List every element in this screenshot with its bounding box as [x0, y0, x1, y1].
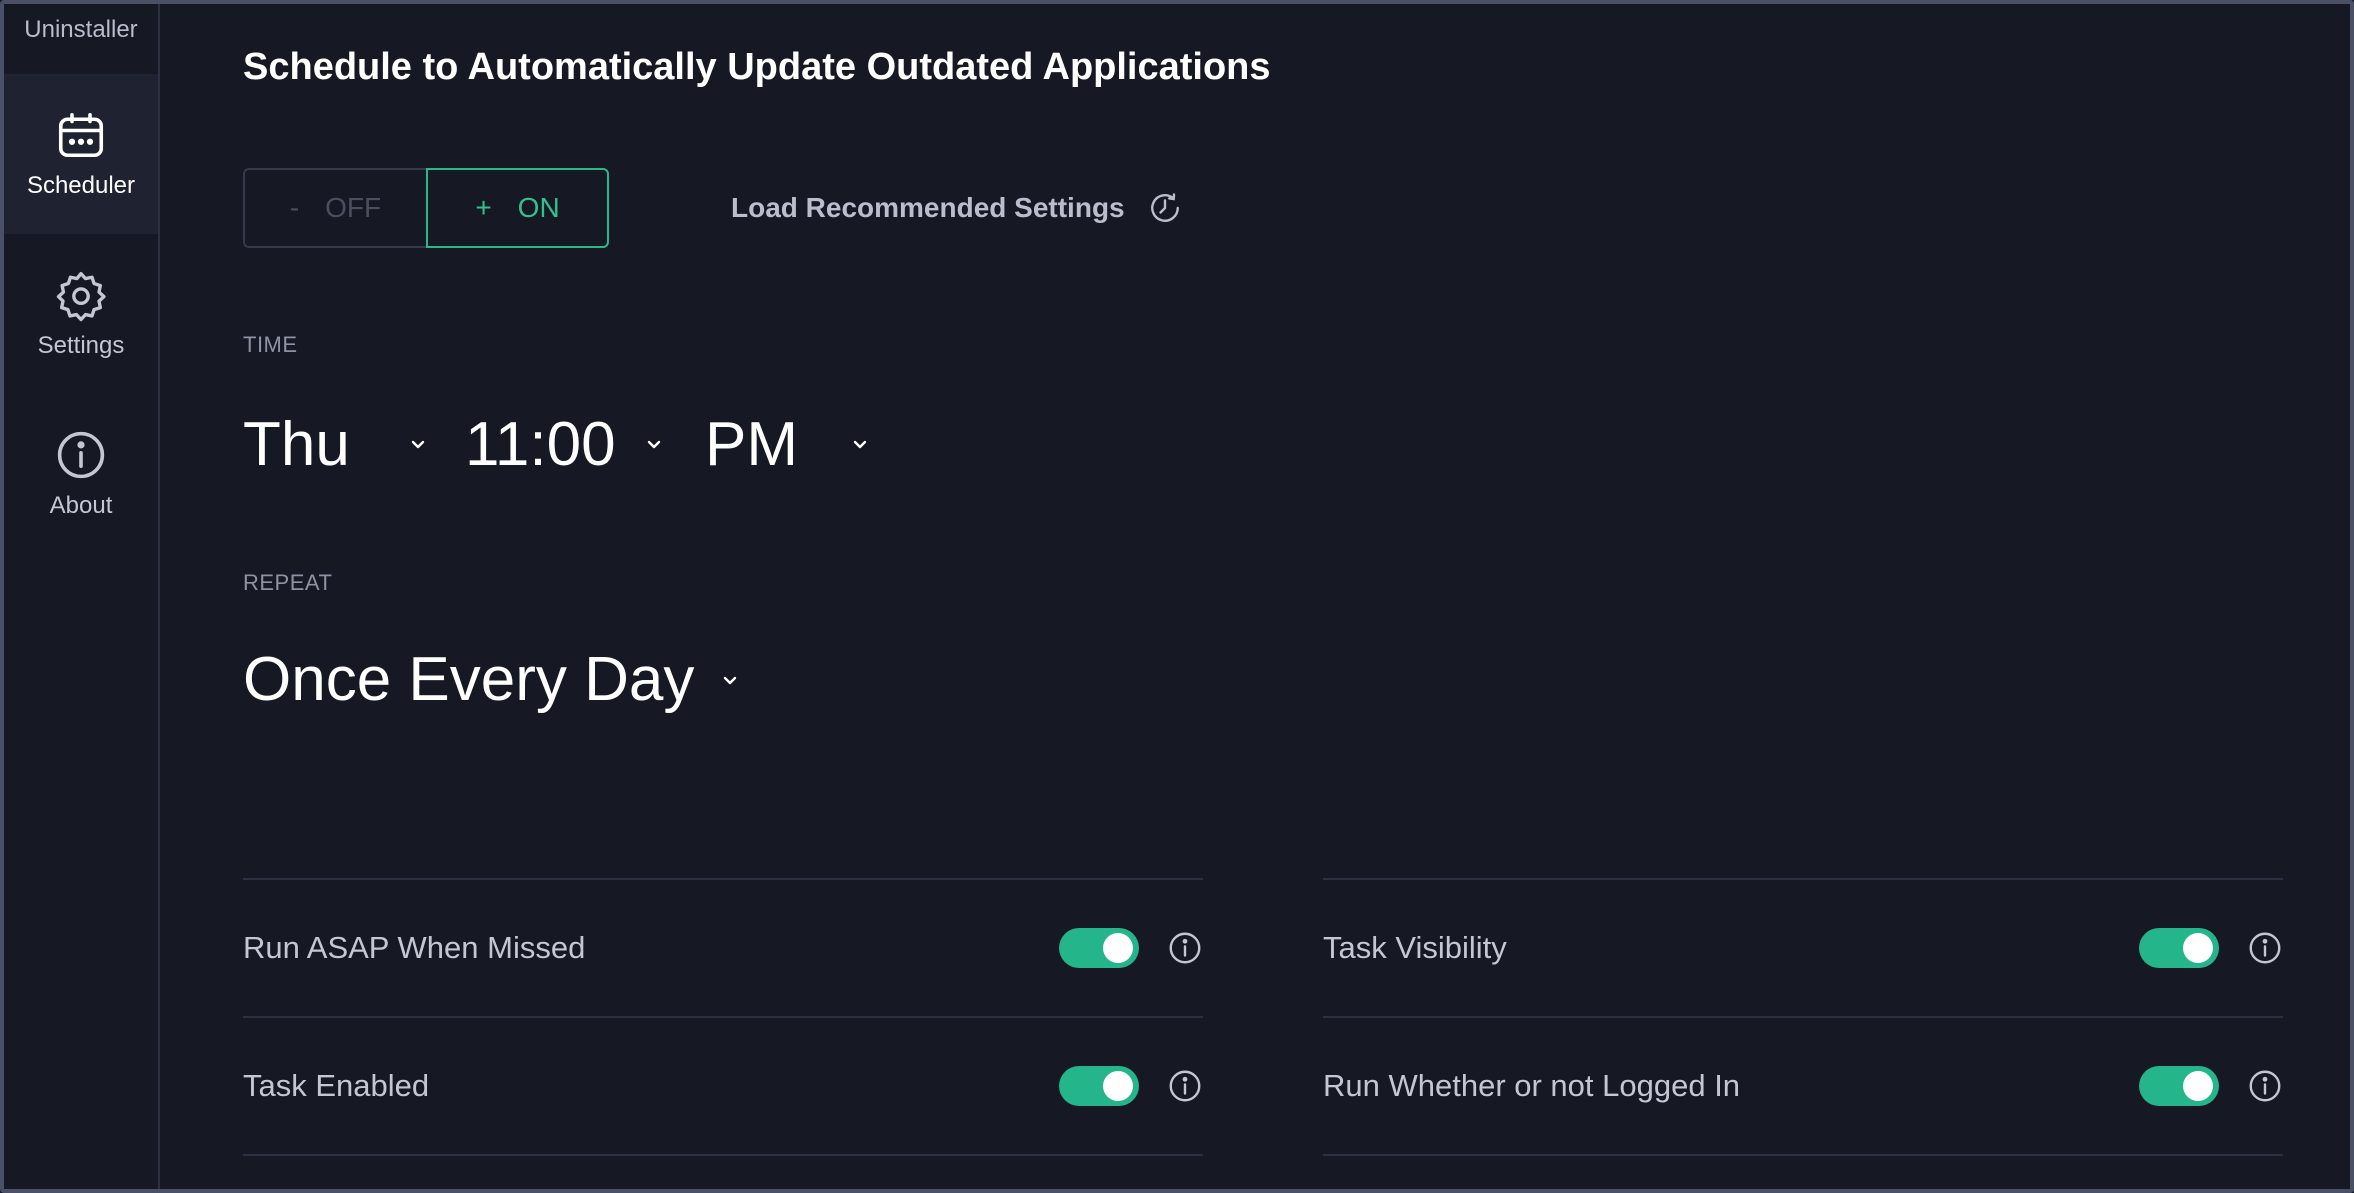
- on-symbol: +: [475, 192, 492, 223]
- info-icon[interactable]: [2247, 930, 2283, 966]
- main-content: Schedule to Automatically Update Outdate…: [160, 4, 2350, 1189]
- toggle-knob: [1103, 933, 1133, 963]
- on-label: ON: [517, 192, 560, 223]
- sidebar-item-label: Scheduler: [26, 172, 136, 199]
- meridiem-dropdown[interactable]: PM: [705, 404, 872, 484]
- option-row: Run ASAP When Missed: [243, 880, 1203, 1018]
- task-enabled-toggle[interactable]: [1059, 1066, 1139, 1106]
- recommended-label: Load Recommended Settings: [731, 192, 1125, 223]
- day-value: Thu: [243, 409, 350, 479]
- sidebar: Uninstaller Scheduler Settings About: [4, 4, 160, 1189]
- clock-icon: [1150, 193, 1179, 222]
- toggle-knob: [2183, 933, 2213, 963]
- chevron-down-icon: [853, 440, 867, 449]
- option-label: Run ASAP When Missed: [243, 930, 586, 965]
- calendar-icon: [58, 112, 104, 158]
- option-label: Run Whether or not Logged In: [1323, 1068, 1741, 1103]
- chevron-down-icon: [411, 440, 425, 449]
- time-value: 11:00: [465, 409, 616, 479]
- run-whether-logged-in-toggle[interactable]: [2139, 1066, 2219, 1106]
- chevron-down-icon: [647, 440, 660, 449]
- chevron-down-icon: [724, 676, 737, 684]
- option-label: Task Visibility: [1323, 930, 1507, 965]
- gear-icon: [56, 271, 106, 322]
- info-icon[interactable]: [1167, 1068, 1203, 1104]
- on-button[interactable]: + ON: [426, 168, 609, 248]
- sidebar-item-settings[interactable]: Settings: [4, 234, 158, 394]
- repeat-dropdown[interactable]: Once Every Day: [243, 644, 742, 715]
- time-dropdown[interactable]: 11:00: [465, 404, 666, 484]
- option-row: Task Enabled: [243, 1018, 1203, 1156]
- load-recommended-settings-button[interactable]: Load Recommended Settings: [731, 190, 1183, 226]
- options-right-column: Task Visibility Run Whether or not Logge…: [1323, 878, 2283, 1156]
- off-symbol: -: [289, 192, 300, 223]
- option-label: Task Enabled: [243, 1068, 430, 1103]
- option-row: Task Visibility: [1323, 880, 2283, 1018]
- run-asap-toggle[interactable]: [1059, 928, 1139, 968]
- option-row: Run Whether or not Logged In: [1323, 1018, 2283, 1156]
- toggle-knob: [2183, 1071, 2213, 1101]
- time-section-label: TIME: [243, 332, 298, 357]
- sidebar-item-scheduler[interactable]: Scheduler: [4, 74, 158, 234]
- info-icon[interactable]: [1167, 930, 1203, 966]
- repeat-value: Once Every Day: [243, 645, 695, 714]
- repeat-section-label: REPEAT: [243, 570, 333, 595]
- off-button[interactable]: - OFF: [243, 168, 426, 248]
- meridiem-value: PM: [705, 409, 798, 479]
- info-icon: [57, 431, 105, 479]
- sidebar-item-label: Settings: [37, 332, 125, 359]
- page-title: Schedule to Automatically Update Outdate…: [243, 46, 1271, 88]
- day-dropdown[interactable]: Thu: [243, 404, 430, 484]
- info-icon[interactable]: [2247, 1068, 2283, 1104]
- off-label: OFF: [325, 192, 382, 223]
- app-name: Uninstaller: [24, 16, 138, 43]
- app-window: Uninstaller Scheduler Settings About Sch…: [0, 0, 2354, 1193]
- task-visibility-toggle[interactable]: [2139, 928, 2219, 968]
- sidebar-item-about[interactable]: About: [4, 394, 158, 554]
- sidebar-item-label: About: [49, 492, 113, 519]
- options-left-column: Run ASAP When Missed Task Enabled: [243, 878, 1203, 1156]
- schedule-power-toggle: - OFF + ON: [243, 168, 609, 248]
- toggle-knob: [1103, 1071, 1133, 1101]
